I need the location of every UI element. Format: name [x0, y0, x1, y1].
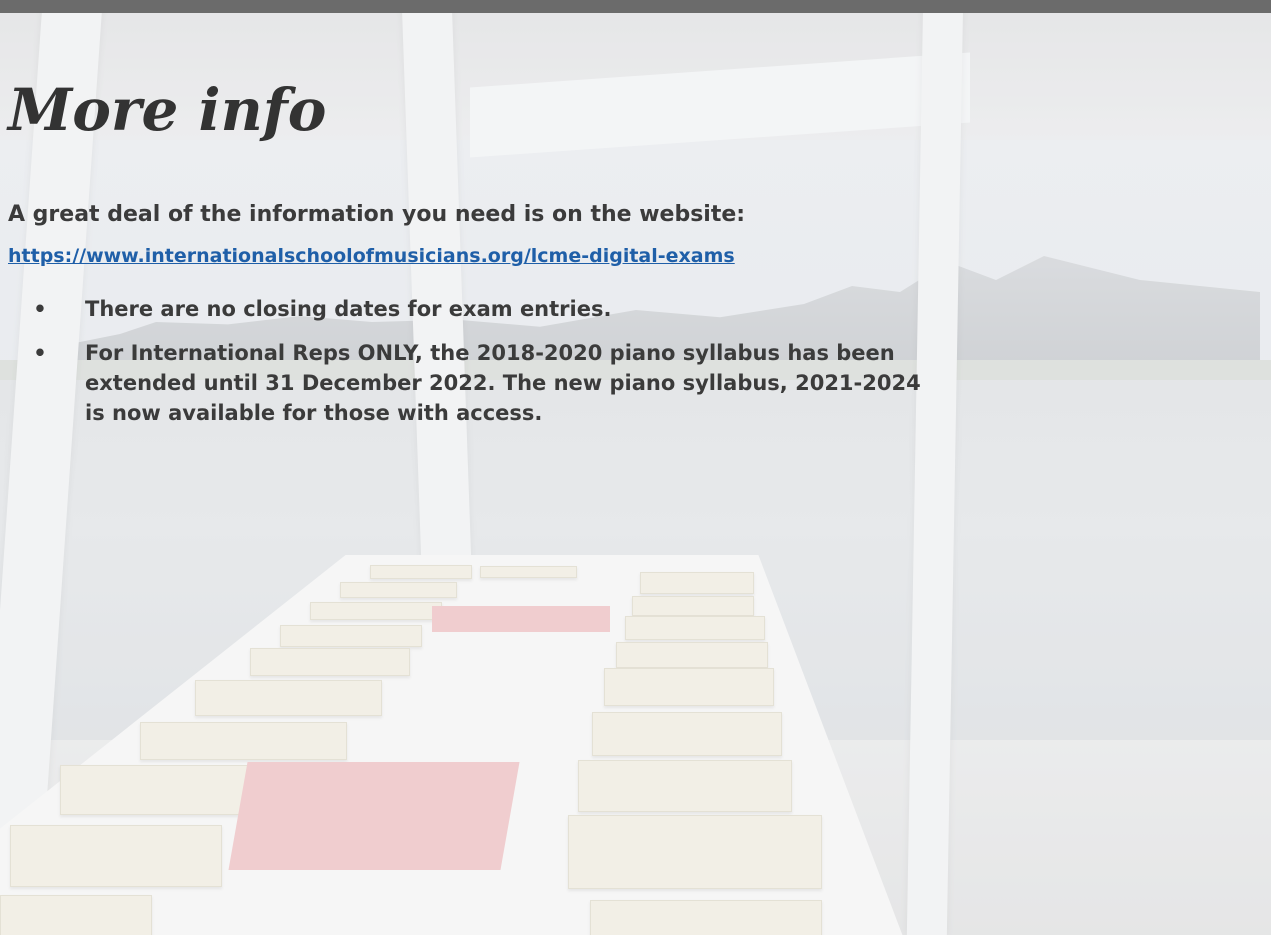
slide-title: More info: [8, 76, 327, 144]
intro-text: A great deal of the information you need…: [8, 202, 746, 227]
bullet-icon: •: [33, 297, 47, 321]
bullet-text: There are no closing dates for exam entr…: [85, 297, 612, 321]
bullet-text: For International Reps ONLY, the 2018-20…: [85, 341, 921, 425]
slide: More info A great deal of the informatio…: [0, 0, 1271, 935]
bullet-item: • There are no closing dates for exam en…: [30, 294, 930, 324]
website-link[interactable]: https://www.internationalschoolofmusicia…: [8, 242, 735, 270]
bullet-icon: •: [33, 341, 47, 365]
bullet-list: • There are no closing dates for exam en…: [30, 294, 930, 442]
top-accent-bar: [0, 0, 1271, 13]
bullet-item: • For International Reps ONLY, the 2018-…: [30, 338, 930, 428]
